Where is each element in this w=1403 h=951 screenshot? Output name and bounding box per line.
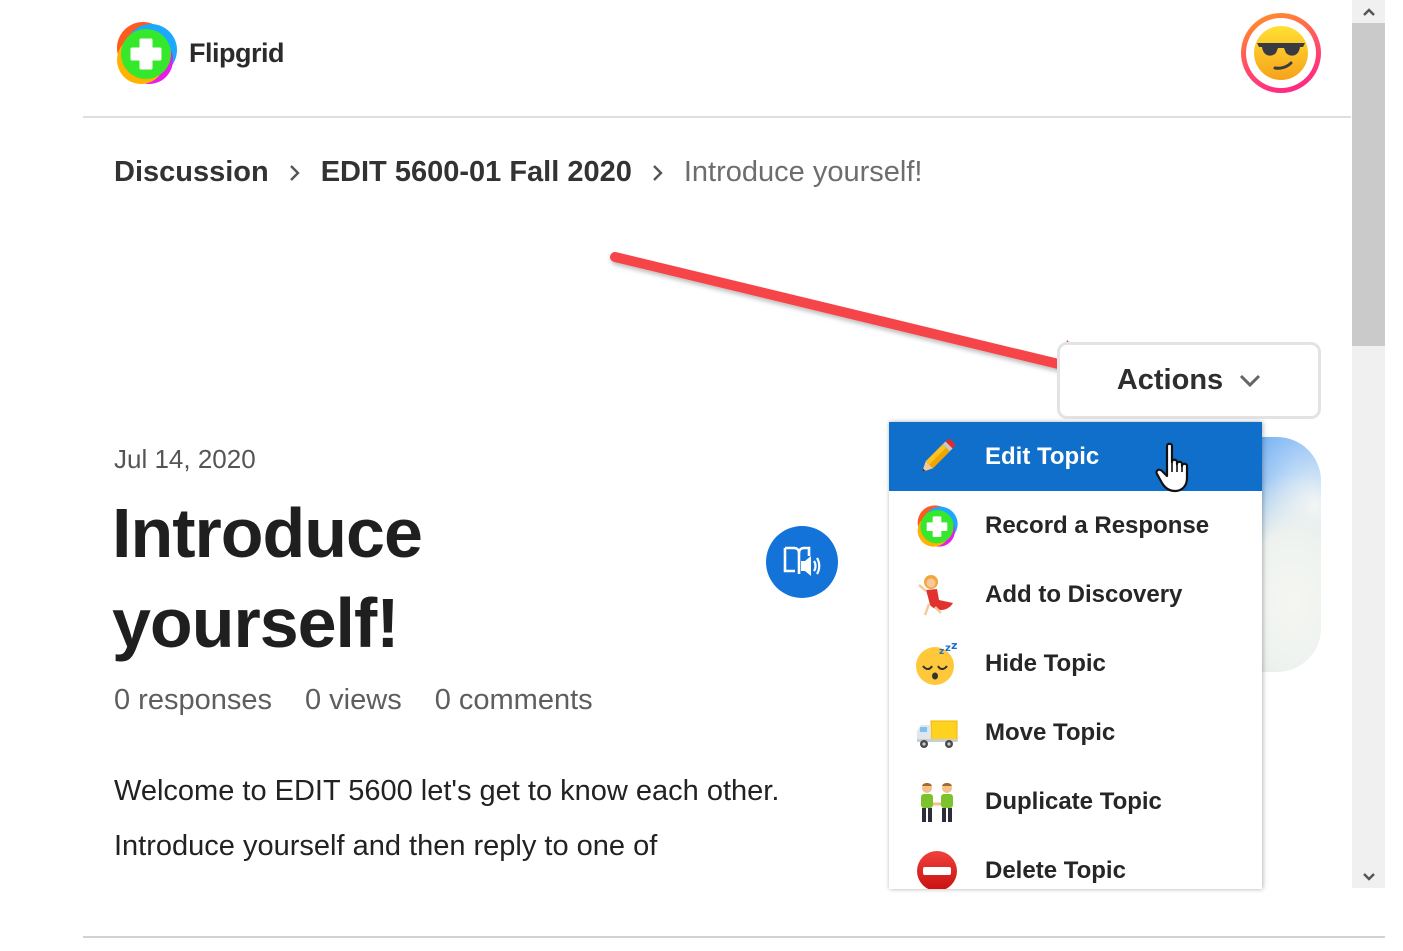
menu-item-label: Record a Response [985, 511, 1210, 539]
annotation-arrow [610, 252, 1100, 382]
flipgrid-logo[interactable]: Flipgrid [113, 20, 284, 86]
immersive-reader-button[interactable] [766, 526, 838, 598]
scrollbar-thumb[interactable] [1352, 23, 1385, 346]
header: Flipgrid [83, 0, 1351, 118]
menu-item-hide-topic[interactable]: z z z Hide Topic [889, 629, 1262, 698]
chevron-down-icon [1362, 872, 1375, 881]
topic-title-line-2: yourself! [112, 584, 400, 662]
actions-label: Actions [1116, 364, 1224, 396]
topic-date: Jul 14, 2020 [114, 444, 256, 474]
menu-item-move-topic[interactable]: Move Topic [889, 698, 1262, 767]
user-avatar[interactable] [1241, 13, 1321, 93]
actions-menu: Edit Topic Record a Response Add to Disc… [889, 422, 1262, 889]
svg-text:z: z [939, 647, 944, 657]
topic-title-line-1: Introduce [112, 494, 423, 572]
menu-item-delete-topic[interactable]: Delete Topic [889, 836, 1262, 889]
breadcrumb-current-topic: Introduce yourself! [683, 156, 923, 188]
menu-item-record-response[interactable]: Record a Response [889, 491, 1262, 560]
topic-description: Welcome to EDIT 5600 let's get to know e… [114, 775, 780, 862]
divider [83, 936, 1385, 938]
menu-item-duplicate-topic[interactable]: Duplicate Topic [889, 767, 1262, 836]
breadcrumb-course[interactable]: EDIT 5600-01 Fall 2020 [321, 156, 632, 189]
scroll-down-button[interactable] [1352, 865, 1385, 888]
chevron-right-icon [289, 164, 301, 182]
topic-title: Introduce yourself! [112, 488, 712, 668]
breadcrumb-discussion[interactable]: Discussion [114, 156, 269, 189]
truck-icon [917, 720, 958, 748]
actions-dropdown-button[interactable]: Actions [1057, 342, 1321, 419]
breadcrumb: Discussion EDIT 5600-01 Fall 2020 Introd… [114, 156, 922, 189]
flipgrid-logo-icon [117, 22, 177, 84]
vertical-scrollbar[interactable] [1352, 0, 1385, 888]
views-count: 0 views [305, 684, 402, 716]
menu-item-label: Edit Topic [985, 442, 1100, 470]
comments-count: 0 comments [434, 684, 593, 716]
svg-text:z: z [951, 642, 957, 652]
dancer-icon [918, 574, 953, 615]
no-entry-icon [917, 850, 957, 889]
pencil-icon [922, 438, 955, 472]
menu-item-label: Hide Topic [985, 649, 1106, 677]
chevron-right-icon [652, 164, 664, 182]
menu-item-add-to-discovery[interactable]: Add to Discovery [889, 560, 1262, 629]
flipgrid-record-icon [917, 504, 958, 547]
menu-item-label: Add to Discovery [985, 580, 1183, 608]
menu-item-edit-topic[interactable]: Edit Topic [889, 422, 1262, 491]
twins-icon [921, 782, 953, 822]
menu-item-label: Delete Topic [985, 856, 1126, 884]
immersive-reader-icon [783, 546, 821, 576]
topic-stats: 0 responses 0 views 0 comments [114, 684, 593, 717]
menu-item-label: Duplicate Topic [985, 787, 1162, 815]
chevron-up-icon [1362, 7, 1375, 16]
scroll-up-button[interactable] [1352, 0, 1385, 23]
logo-text: Flipgrid [189, 37, 284, 68]
responses-count: 0 responses [114, 684, 272, 716]
menu-item-label: Move Topic [985, 718, 1116, 746]
chevron-down-icon [1240, 374, 1261, 387]
sleeping-face-icon: z z z [916, 642, 957, 685]
sunglasses-face-icon [1254, 26, 1308, 80]
